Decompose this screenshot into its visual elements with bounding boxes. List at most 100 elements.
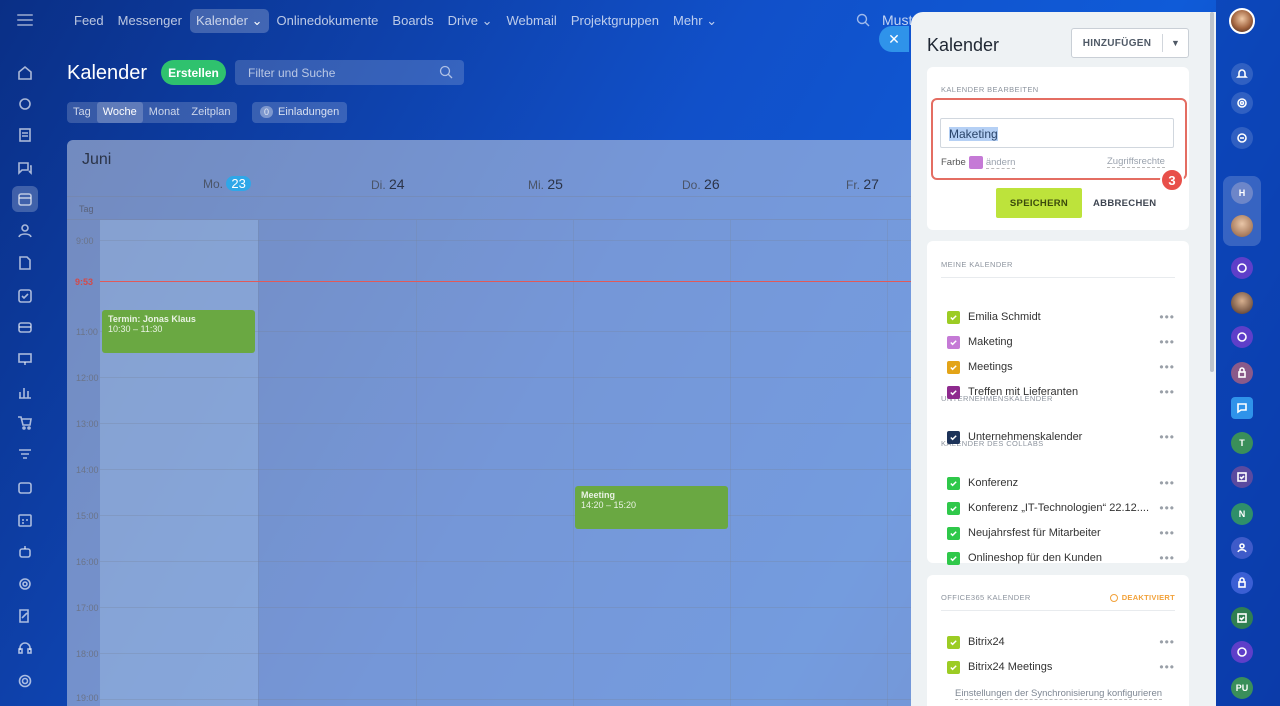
copilot-icon[interactable] — [1231, 257, 1253, 279]
calendar-list-item[interactable]: Meetings ••• — [947, 358, 1175, 376]
cart-icon[interactable] — [12, 410, 38, 436]
calendar-list-item[interactable]: Konferenz „IT-Technologien“ 22.12.... ••• — [947, 499, 1175, 517]
sync-settings-link[interactable]: Einstellungen der Synchronisierung konfi… — [955, 688, 1163, 700]
filter-search-input[interactable]: Filter und Suche — [235, 60, 464, 85]
contact-initial[interactable]: PU — [1231, 677, 1253, 699]
checkbox[interactable] — [947, 551, 960, 565]
robot-icon[interactable] — [12, 539, 38, 565]
view-schedule[interactable]: Zeitplan — [185, 102, 236, 123]
filter-icon[interactable] — [12, 442, 38, 468]
all-day-row[interactable]: Tag — [67, 196, 917, 220]
calendar-list-item[interactable]: Neujahrsfest für Mitarbeiter ••• — [947, 524, 1175, 542]
nav-drive[interactable]: Drive ⌄ — [442, 9, 499, 33]
contact-avatar[interactable] — [1231, 215, 1253, 237]
tasks-icon[interactable] — [1231, 607, 1253, 629]
sign-icon[interactable] — [12, 603, 38, 629]
target-icon[interactable] — [12, 571, 38, 597]
inbox-icon[interactable] — [12, 475, 38, 501]
nav-more[interactable]: Mehr ⌄ — [667, 9, 723, 33]
view-month[interactable]: Monat — [143, 102, 186, 123]
day-header-mon[interactable]: Mo. 23 — [203, 176, 251, 191]
chart-icon[interactable] — [12, 379, 38, 405]
nav-calendar[interactable]: Kalender ⌄ — [189, 9, 269, 33]
calendar-list-item[interactable]: Konferenz ••• — [947, 474, 1175, 492]
more-icon[interactable]: ••• — [1157, 476, 1175, 490]
checkbox[interactable] — [947, 660, 960, 674]
chat-icon[interactable] — [1231, 397, 1253, 419]
contact-initial[interactable]: N — [1231, 503, 1253, 525]
change-color-link[interactable]: ändern — [985, 157, 1016, 169]
more-icon[interactable]: ••• — [1157, 310, 1175, 324]
presentation-icon[interactable] — [12, 346, 38, 372]
view-week[interactable]: Woche — [96, 102, 143, 123]
calendar-list-item[interactable]: Bitrix24 Meetings ••• — [947, 658, 1175, 676]
search-icon[interactable] — [856, 13, 870, 27]
day-header-wed[interactable]: Mi. 25 — [528, 176, 563, 192]
calendar-list-item[interactable]: Bitrix24 ••• — [947, 633, 1175, 651]
lock-icon[interactable] — [1231, 362, 1253, 384]
more-icon[interactable]: ••• — [1157, 430, 1175, 444]
home-icon[interactable] — [12, 60, 38, 86]
calendar-list-item[interactable]: Onlineshop für den Kunden ••• — [947, 549, 1175, 567]
menu-icon[interactable] — [17, 14, 33, 26]
card-icon[interactable] — [12, 314, 38, 340]
checkbox[interactable] — [947, 526, 960, 540]
calendar-list-item[interactable]: Unternehmenskalender ••• — [947, 428, 1175, 446]
access-rights-link[interactable]: Zugriffsrechte — [1107, 156, 1165, 168]
contact-initial[interactable]: H — [1231, 182, 1253, 204]
lock-icon[interactable] — [1231, 572, 1253, 594]
calendar-list-item[interactable]: Treffen mit Lieferanten ••• — [947, 383, 1175, 401]
create-button[interactable]: Erstellen — [161, 60, 226, 85]
event-meeting[interactable]: Meeting 14:20 – 15:20 — [575, 486, 728, 529]
chat-icon[interactable] — [12, 155, 38, 181]
day-header-tue[interactable]: Di. 24 — [371, 176, 405, 192]
feed-icon[interactable] — [12, 91, 38, 117]
more-icon[interactable]: ••• — [1157, 526, 1175, 540]
close-panel-button[interactable]: ✕ — [879, 26, 909, 52]
bell-icon[interactable] — [1231, 63, 1253, 85]
checkbox[interactable] — [947, 310, 960, 324]
save-button[interactable]: SPEICHERN — [996, 188, 1082, 218]
headset-icon[interactable] — [12, 635, 38, 661]
color-swatch[interactable] — [968, 156, 983, 169]
copilot-icon[interactable] — [1231, 326, 1253, 348]
checkbox[interactable] — [947, 476, 960, 490]
team-icon[interactable] — [1231, 537, 1253, 559]
nav-online-documents[interactable]: Onlinedokumente — [271, 9, 385, 33]
users-icon[interactable] — [12, 218, 38, 244]
checkbox[interactable] — [947, 360, 960, 374]
more-icon[interactable]: ••• — [1157, 660, 1175, 674]
calendar-list-item[interactable]: Maketing ••• — [947, 333, 1175, 351]
nav-boards[interactable]: Boards — [386, 9, 439, 33]
more-icon[interactable]: ••• — [1157, 635, 1175, 649]
checkbox[interactable] — [947, 501, 960, 515]
checkbox[interactable] — [947, 430, 960, 444]
document-icon[interactable] — [12, 250, 38, 276]
tasks-icon[interactable] — [12, 122, 38, 148]
calendar-list-item[interactable]: Emilia Schmidt ••• — [947, 308, 1175, 326]
copilot-icon[interactable] — [1231, 641, 1253, 663]
contact-avatar[interactable] — [1231, 292, 1253, 314]
avatar[interactable] — [1229, 8, 1255, 34]
search-chat-icon[interactable] — [1231, 127, 1253, 149]
checkbox[interactable] — [947, 335, 960, 349]
more-icon[interactable]: ••• — [1157, 335, 1175, 349]
settings-icon[interactable] — [12, 668, 38, 694]
calendar-icon[interactable] — [12, 186, 38, 212]
checkbox[interactable] — [947, 635, 960, 649]
more-icon[interactable]: ••• — [1157, 385, 1175, 399]
more-icon[interactable]: ••• — [1157, 501, 1175, 515]
day-header-thu[interactable]: Do. 26 — [682, 176, 720, 192]
nav-webmail[interactable]: Webmail — [500, 9, 562, 33]
copilot-icon[interactable] — [1231, 92, 1253, 114]
checklist-icon[interactable] — [12, 283, 38, 309]
more-icon[interactable]: ••• — [1157, 551, 1175, 565]
nav-projectgroups[interactable]: Projektgruppen — [565, 9, 665, 33]
nav-messenger[interactable]: Messenger — [112, 9, 188, 33]
checkbox[interactable] — [947, 385, 960, 399]
nav-feed[interactable]: Feed — [68, 9, 110, 33]
event-termin-jonas-klaus[interactable]: Termin: Jonas Klaus 10:30 – 11:30 — [102, 310, 255, 353]
panel-scrollbar[interactable] — [1210, 12, 1214, 372]
cancel-button[interactable]: ABBRECHEN — [1093, 188, 1156, 218]
chevron-down-icon[interactable]: ▼ — [1163, 38, 1188, 48]
